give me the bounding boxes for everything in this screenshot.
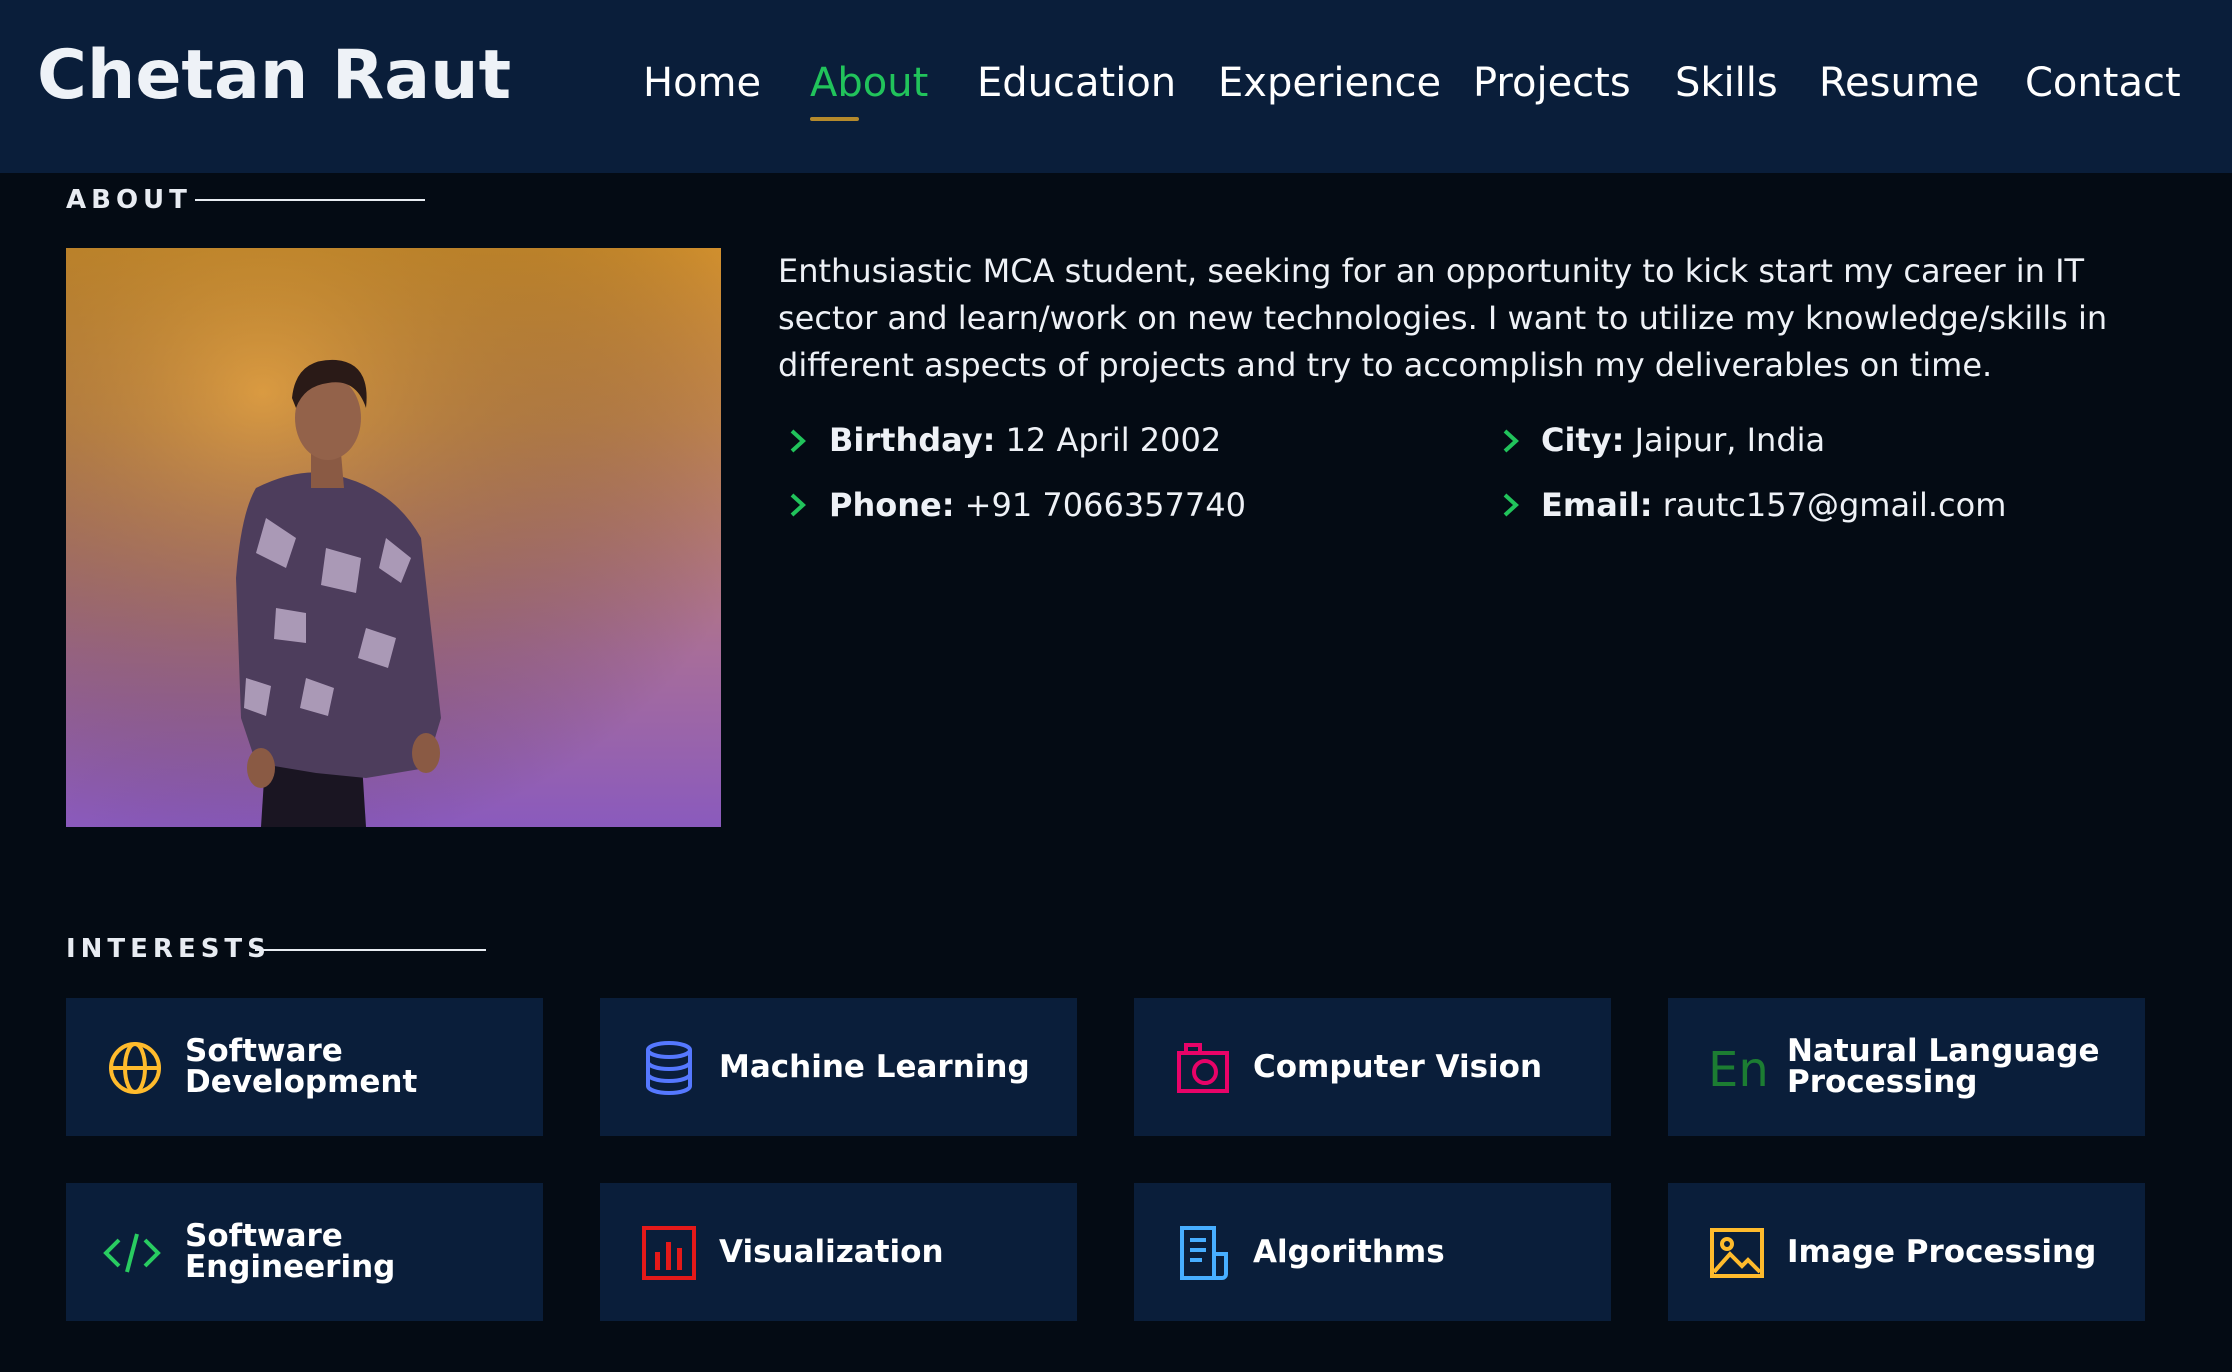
detail-label: Phone: (829, 486, 955, 524)
interests-section-title: INTERESTS (66, 934, 271, 964)
code-icon (103, 1233, 161, 1273)
nav-home[interactable]: Home (643, 60, 761, 106)
interest-card-image-processing[interactable]: Image Processing (1668, 1183, 2145, 1321)
nav-skills[interactable]: Skills (1675, 60, 1778, 106)
interest-card-nlp[interactable]: En Natural Language Processing (1668, 998, 2145, 1136)
interest-card-algorithms[interactable]: Algorithms (1134, 1183, 1611, 1321)
detail-value: 12 April 2002 (1005, 421, 1222, 459)
interest-label: Algorithms (1253, 1233, 1445, 1270)
globe-icon (109, 1042, 161, 1094)
interest-card-computer-vision[interactable]: Computer Vision (1134, 998, 1611, 1136)
chevron-right-icon (790, 429, 806, 453)
detail-label: Birthday: (829, 421, 996, 459)
detail-birthday: Birthday: 12 April 2002 (829, 421, 1221, 459)
detail-label: City: (1541, 421, 1625, 459)
person-illustration (66, 248, 721, 827)
main-nav: Home About Education Experience Projects… (0, 60, 2232, 130)
svg-text:En: En (1708, 1042, 1766, 1097)
nav-about[interactable]: About (810, 60, 928, 106)
chevron-right-icon (1503, 493, 1519, 517)
database-icon (646, 1041, 692, 1095)
nav-contact[interactable]: Contact (2025, 60, 2181, 106)
detail-label: Email: (1541, 486, 1653, 524)
site-header: Chetan Raut Home About Education Experie… (0, 0, 2232, 173)
nav-education[interactable]: Education (977, 60, 1176, 106)
interest-label: Natural Language Processing (1787, 1033, 2100, 1100)
detail-email: Email: rautc157@gmail.com (1541, 486, 2006, 524)
interest-card-software-engineering[interactable]: Software Engineering (66, 1183, 543, 1321)
interest-label: Visualization (719, 1233, 944, 1270)
interest-label: Image Processing (1787, 1233, 2097, 1270)
interest-label: Machine Learning (719, 1048, 1030, 1085)
bar-chart-icon (642, 1226, 696, 1280)
active-nav-indicator (810, 117, 859, 121)
language-icon: En (1708, 1042, 1766, 1097)
chevron-right-icon (790, 493, 806, 517)
interest-card-visualization[interactable]: Visualization (600, 1183, 1077, 1321)
interest-label: Software Development (185, 1033, 418, 1100)
about-section-title: ABOUT (66, 185, 192, 215)
nav-projects[interactable]: Projects (1473, 60, 1631, 106)
detail-city: City: Jaipur, India (1541, 421, 1825, 459)
detail-value[interactable]: rautc157@gmail.com (1663, 486, 2007, 524)
interest-label: Computer Vision (1253, 1048, 1543, 1085)
detail-phone: Phone: +91 7066357740 (829, 486, 1246, 524)
profile-photo (66, 248, 721, 827)
detail-value: +91 7066357740 (964, 486, 1246, 524)
camera-icon (1177, 1043, 1229, 1093)
interest-label: Software Engineering (185, 1218, 396, 1285)
document-icon (1180, 1226, 1228, 1280)
nav-experience[interactable]: Experience (1218, 60, 1441, 106)
about-bio: Enthusiastic MCA student, seeking for an… (778, 252, 2108, 384)
interests-title-line (255, 949, 486, 951)
chevron-right-icon (1503, 429, 1519, 453)
about-title-line (195, 199, 425, 201)
interest-card-software-development[interactable]: Software Development (66, 998, 543, 1136)
detail-value: Jaipur, India (1634, 421, 1826, 459)
nav-resume[interactable]: Resume (1819, 60, 1979, 106)
interest-card-machine-learning[interactable]: Machine Learning (600, 998, 1077, 1136)
image-icon (1710, 1228, 1764, 1278)
